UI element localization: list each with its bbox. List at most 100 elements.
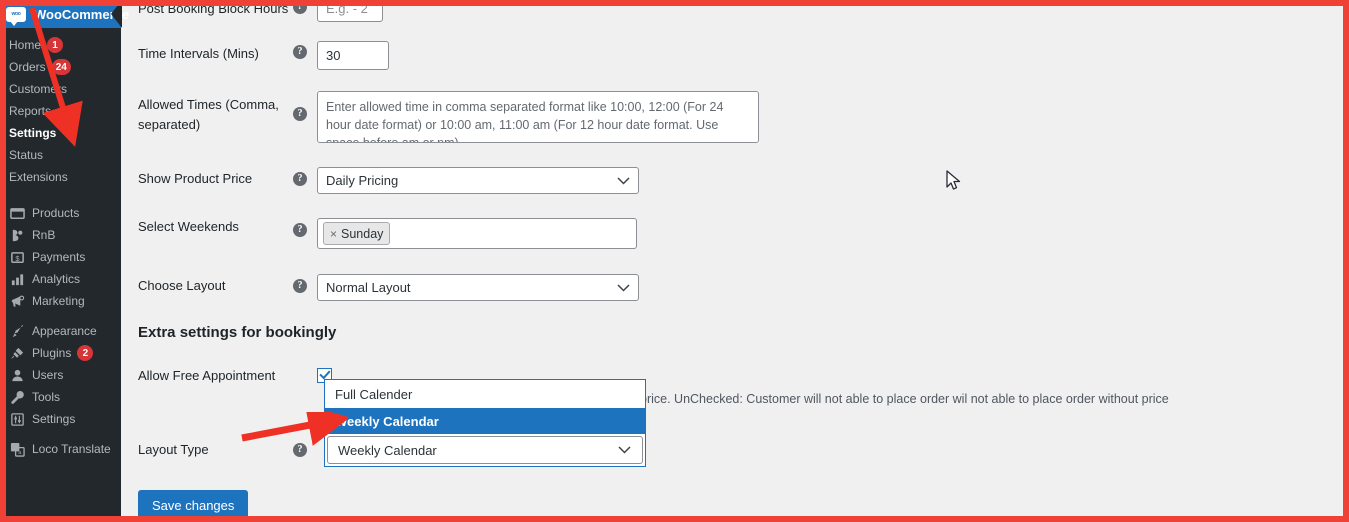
sidebar-item-extensions[interactable]: Extensions [0,166,121,188]
field-wrapper: Daily Pricing [317,167,1349,194]
appearance-brush-icon [8,322,26,340]
help-icon[interactable]: ? [293,223,307,237]
help-icon[interactable]: ? [293,45,307,59]
chevron-down-icon [618,446,631,455]
select-weekends-tag-input[interactable]: × Sunday [317,218,637,249]
row-time-intervals: Time Intervals (Mins) ? [121,41,1349,70]
payments-icon: $ [8,248,26,266]
woocommerce-logo-text: woo [11,11,21,17]
sidebar-item-plugins[interactable]: Plugins 2 [0,342,121,364]
layout-type-select[interactable]: Weekly Calendar [327,436,643,464]
woocommerce-brand-header[interactable]: woo WooCommerce [0,0,129,28]
sidebar-item-label: Tools [32,390,61,404]
show-product-price-select-wrap: Daily Pricing [317,167,639,194]
allow-free-appointment-helper-text: price. UnChecked: Customer will not able… [640,392,1169,406]
choose-layout-select[interactable]: Normal Layout [317,274,639,301]
sidebar-item-rnb[interactable]: RnB [0,224,121,246]
sidebar-item-payments[interactable]: $ Payments [0,246,121,268]
time-intervals-input[interactable] [317,41,389,70]
loco-translate-icon: a [8,440,26,458]
rnb-icon [8,226,26,244]
row-choose-layout: Choose Layout ? Normal Layout [121,274,1349,301]
svg-text:$: $ [15,253,20,262]
dropdown-option-full-calender[interactable]: Full Calender [325,380,645,408]
sidebar-item-home[interactable]: Home 1 [0,34,121,56]
show-product-price-select[interactable]: Daily Pricing [317,167,639,194]
analytics-icon [8,270,26,288]
field-wrapper [317,91,1349,148]
layout-type-dropdown-open[interactable]: Full Calender Weekly Calendar Weekly Cal… [324,379,646,467]
sidebar-item-orders[interactable]: Orders 24 [0,56,121,78]
row-select-weekends: Select Weekends ? × Sunday [121,218,1349,249]
weekend-tag-sunday[interactable]: × Sunday [323,222,391,245]
sidebar-item-label: Analytics [32,272,81,286]
dropdown-option-weekly-calendar[interactable]: Weekly Calendar [325,408,645,434]
admin-sidebar: woo WooCommerce Home 1 Orders 24 Custome… [0,0,129,522]
help-icon[interactable]: ? [293,279,307,293]
sidebar-item-label: Plugins [32,346,72,360]
sidebar-item-users[interactable]: Users [0,364,121,386]
sidebar-item-appearance[interactable]: Appearance [0,320,121,342]
sidebar-item-label: Extensions [9,170,68,184]
sidebar-item-label: Products [32,206,80,220]
field-wrapper: Normal Layout [317,274,1349,301]
field-label: Select Weekends [138,219,239,234]
sidebar-item-label: Payments [32,250,86,264]
sidebar-item-label: Customers [9,82,68,96]
post-booking-block-hours-input[interactable] [317,0,383,22]
sidebar-item-customers[interactable]: Customers [0,78,121,100]
sidebar-item-tools[interactable]: Tools [0,386,121,408]
users-icon [8,366,26,384]
plugins-badge: 2 [77,345,94,361]
sidebar-item-settings[interactable]: Settings [0,408,121,430]
field-wrapper: × Sunday [317,218,1349,249]
menu-divider [0,312,121,320]
plugins-plug-icon [8,344,26,362]
woocommerce-submenu: Home 1 Orders 24 Customers Reports Setti… [0,28,121,460]
field-label: Post Booking Block Hours [138,1,289,16]
help-icon[interactable]: ? [293,443,307,457]
sidebar-item-marketing[interactable]: Marketing [0,290,121,312]
tools-wrench-icon [8,388,26,406]
products-icon [8,204,26,222]
sidebar-item-loco-translate[interactable]: a Loco Translate [0,438,121,460]
field-label: Choose Layout [138,278,226,293]
help-icon[interactable]: ? [293,172,307,186]
sidebar-item-analytics[interactable]: Analytics [0,268,121,290]
sidebar-item-label: Orders [9,60,46,74]
help-icon[interactable]: ? [293,0,307,14]
sidebar-item-label: Reports [9,104,52,118]
row-show-product-price: Show Product Price ? Daily Pricing [121,167,1349,194]
sidebar-item-label: Status [9,148,44,162]
choose-layout-select-wrap: Normal Layout [317,274,639,301]
remove-tag-icon[interactable]: × [330,227,337,241]
settings-form-panel: Post Booking Block Hours ? Time Interval… [121,0,1349,522]
sidebar-item-settings-woocommerce[interactable]: Settings [0,122,121,144]
layout-type-selected-value: Weekly Calendar [338,442,437,458]
sidebar-item-reports[interactable]: Reports [0,100,121,122]
field-label: Allowed Times (Comma, separated) [138,97,279,132]
sidebar-item-label: Loco Translate [32,442,111,456]
row-allowed-times: Allowed Times (Comma, separated) ? [121,91,1349,148]
sidebar-item-label: Marketing [32,294,85,308]
field-label: Layout Type [138,442,209,457]
allowed-times-textarea[interactable] [317,91,759,143]
help-icon[interactable]: ? [293,107,307,121]
field-wrapper [317,41,1349,70]
sidebar-item-label: Settings [9,126,57,140]
save-changes-button[interactable]: Save changes [138,490,249,520]
woocommerce-logo-icon: woo [6,6,26,26]
sidebar-item-label: Settings [32,412,76,426]
field-label: Show Product Price [138,171,253,186]
home-badge: 1 [47,37,64,53]
sidebar-item-label: Home [9,38,42,52]
settings-sliders-icon [8,410,26,428]
screen-root: woo WooCommerce Home 1 Orders 24 Custome… [0,0,1349,522]
extra-settings-heading: Extra settings for bookingly [138,324,337,341]
row-allow-free-appointment: Allow Free Appointment [121,367,1349,385]
tag-label: Sunday [341,226,384,241]
sidebar-item-products[interactable]: Products [0,202,121,224]
orders-badge: 24 [51,59,71,75]
menu-divider [0,188,121,196]
sidebar-item-status[interactable]: Status [0,144,121,166]
